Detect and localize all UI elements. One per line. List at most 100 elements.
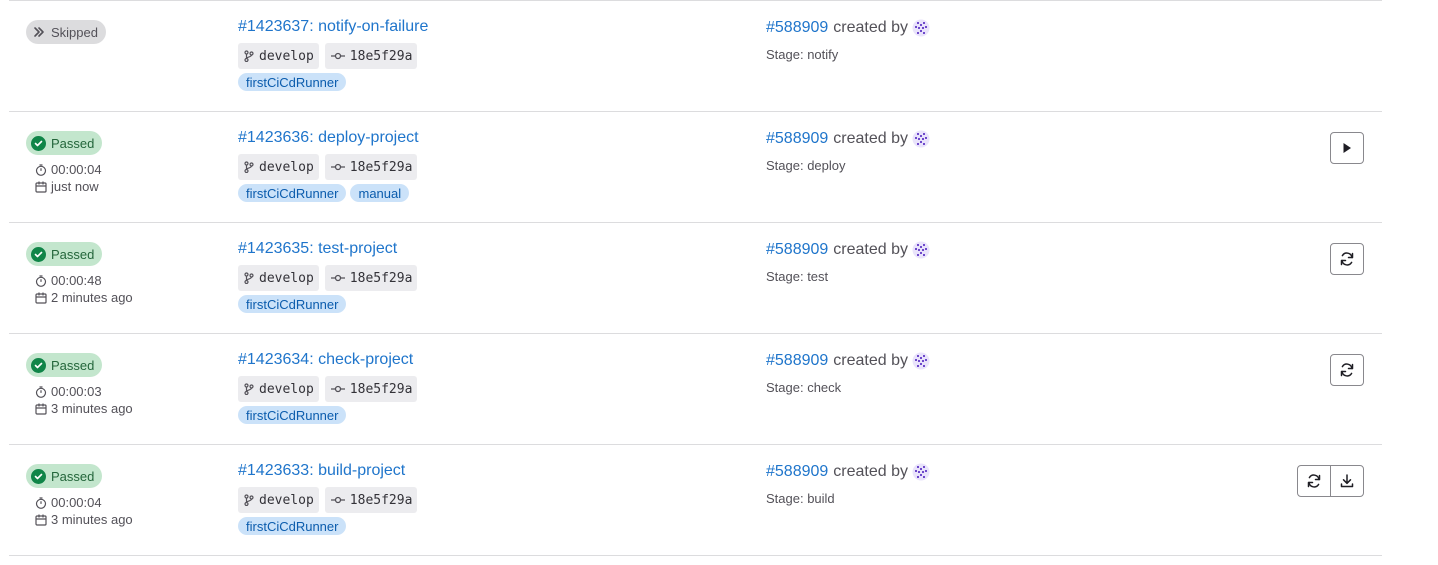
play-icon bbox=[1343, 143, 1351, 153]
job-cell: #1423636: deploy-project develop 18e5f29… bbox=[238, 128, 423, 202]
status-label: Passed bbox=[51, 357, 95, 373]
branch-icon bbox=[244, 50, 254, 62]
job-actions bbox=[1330, 132, 1364, 164]
branch-chip[interactable]: develop bbox=[238, 376, 319, 402]
job-cell: #1423634: check-project develop 18e5f29a… bbox=[238, 350, 423, 424]
status-cell: Skipped bbox=[26, 20, 106, 44]
timer-icon bbox=[35, 385, 47, 398]
job-cell: #1423637: notify-on-failure develop 18e5… bbox=[238, 17, 428, 91]
runner-tag: firstCiCdRunner bbox=[238, 184, 347, 202]
pipeline-link[interactable]: #588909 bbox=[766, 463, 828, 481]
calendar-icon bbox=[35, 292, 47, 304]
timer-icon bbox=[35, 163, 47, 176]
pipeline-cell: #588909 created by Stage: build bbox=[766, 461, 930, 506]
status-badge[interactable]: Passed bbox=[26, 242, 103, 266]
user-avatar[interactable] bbox=[912, 352, 930, 370]
created-by-label: created by bbox=[833, 130, 909, 147]
job-actions bbox=[1330, 243, 1364, 275]
commit-icon bbox=[330, 496, 345, 504]
pipeline-link[interactable]: #588909 bbox=[766, 241, 828, 259]
stage-label: Stage: test bbox=[766, 269, 829, 284]
pipeline-cell: #588909 created by Stage: check bbox=[766, 350, 930, 395]
job-link[interactable]: #1423637: notify-on-failure bbox=[238, 17, 428, 37]
pipeline-link[interactable]: #588909 bbox=[766, 352, 828, 370]
duration: 00:00:04 bbox=[35, 495, 102, 510]
status-label: Passed bbox=[51, 246, 95, 262]
stage-label: Stage: build bbox=[766, 491, 835, 506]
retry-icon bbox=[1307, 474, 1321, 488]
download-artifacts-button[interactable] bbox=[1330, 465, 1364, 497]
user-avatar[interactable] bbox=[912, 19, 930, 37]
download-icon bbox=[1340, 474, 1354, 488]
commit-sha: 18e5f29a bbox=[349, 48, 413, 64]
runner-tag: firstCiCdRunner bbox=[238, 517, 347, 535]
branch-chip[interactable]: develop bbox=[238, 43, 319, 69]
pipeline-cell: #588909 created by Stage: deploy bbox=[766, 128, 930, 173]
run-manual-job-button[interactable] bbox=[1330, 132, 1364, 164]
finished-time: 3 minutes ago bbox=[35, 512, 133, 527]
status-badge[interactable]: Passed bbox=[26, 353, 103, 377]
user-avatar[interactable] bbox=[912, 241, 930, 259]
commit-icon bbox=[330, 385, 345, 393]
job-link[interactable]: #1423633: build-project bbox=[238, 461, 423, 481]
finished-time: 3 minutes ago bbox=[35, 401, 133, 416]
branch-icon bbox=[244, 494, 254, 506]
status-label: Passed bbox=[51, 135, 95, 151]
branch-icon bbox=[244, 383, 254, 395]
skipped-icon bbox=[31, 25, 46, 40]
job-link[interactable]: #1423634: check-project bbox=[238, 350, 423, 370]
commit-chip[interactable]: 18e5f29a bbox=[324, 376, 418, 402]
branch-chip[interactable]: develop bbox=[238, 154, 319, 180]
commit-sha: 18e5f29a bbox=[349, 159, 413, 175]
branch-chip[interactable]: develop bbox=[238, 487, 319, 513]
status-cell: Passed bbox=[26, 353, 103, 377]
commit-sha: 18e5f29a bbox=[349, 492, 413, 508]
runner-tag: firstCiCdRunner bbox=[238, 406, 347, 424]
commit-sha: 18e5f29a bbox=[349, 270, 413, 286]
branch-chip[interactable]: develop bbox=[238, 265, 319, 291]
retry-icon bbox=[1340, 363, 1354, 377]
created-by-label: created by bbox=[833, 19, 909, 36]
job-link[interactable]: #1423636: deploy-project bbox=[238, 128, 423, 148]
branch-icon bbox=[244, 272, 254, 284]
commit-chip[interactable]: 18e5f29a bbox=[324, 43, 418, 69]
created-by-label: created by bbox=[833, 352, 909, 369]
check-circle-icon bbox=[31, 468, 46, 484]
job-row: Passed 00:00:48 2 minutes ago #1423635: … bbox=[9, 223, 1382, 334]
branch-name: develop bbox=[259, 492, 314, 508]
job-row: Passed 00:00:04 just now #1423636: deplo… bbox=[9, 112, 1382, 223]
pipeline-link[interactable]: #588909 bbox=[766, 130, 828, 148]
commit-chip[interactable]: 18e5f29a bbox=[324, 487, 418, 513]
retry-button[interactable] bbox=[1330, 354, 1364, 386]
commit-icon bbox=[330, 163, 345, 171]
status-label: Skipped bbox=[51, 24, 98, 40]
manual-tag: manual bbox=[350, 184, 410, 202]
pipeline-cell: #588909 created by Stage: test bbox=[766, 239, 930, 284]
duration: 00:00:04 bbox=[35, 162, 102, 177]
pipeline-link[interactable]: #588909 bbox=[766, 19, 828, 37]
status-badge[interactable]: Passed bbox=[26, 131, 103, 155]
calendar-icon bbox=[35, 514, 47, 526]
job-link[interactable]: #1423635: test-project bbox=[238, 239, 423, 259]
commit-chip[interactable]: 18e5f29a bbox=[324, 154, 418, 180]
retry-icon bbox=[1340, 252, 1354, 266]
status-badge[interactable]: Passed bbox=[26, 464, 103, 488]
stage-label: Stage: notify bbox=[766, 47, 839, 62]
check-circle-icon bbox=[31, 357, 46, 373]
created-by-label: created by bbox=[833, 463, 909, 480]
commit-chip[interactable]: 18e5f29a bbox=[324, 265, 418, 291]
job-actions bbox=[1330, 354, 1364, 386]
calendar-icon bbox=[35, 181, 47, 193]
branch-icon bbox=[244, 161, 254, 173]
user-avatar[interactable] bbox=[912, 463, 930, 481]
stage-label: Stage: check bbox=[766, 380, 842, 395]
calendar-icon bbox=[35, 403, 47, 415]
retry-button[interactable] bbox=[1330, 243, 1364, 275]
pipeline-cell: #588909 created by Stage: notify bbox=[766, 17, 930, 62]
status-cell: Passed bbox=[26, 242, 103, 266]
runner-tag: firstCiCdRunner bbox=[238, 295, 347, 313]
user-avatar[interactable] bbox=[912, 130, 930, 148]
job-row: Passed 00:00:03 3 minutes ago #1423634: … bbox=[9, 334, 1382, 445]
retry-button[interactable] bbox=[1297, 465, 1331, 497]
status-badge[interactable]: Skipped bbox=[26, 20, 106, 44]
